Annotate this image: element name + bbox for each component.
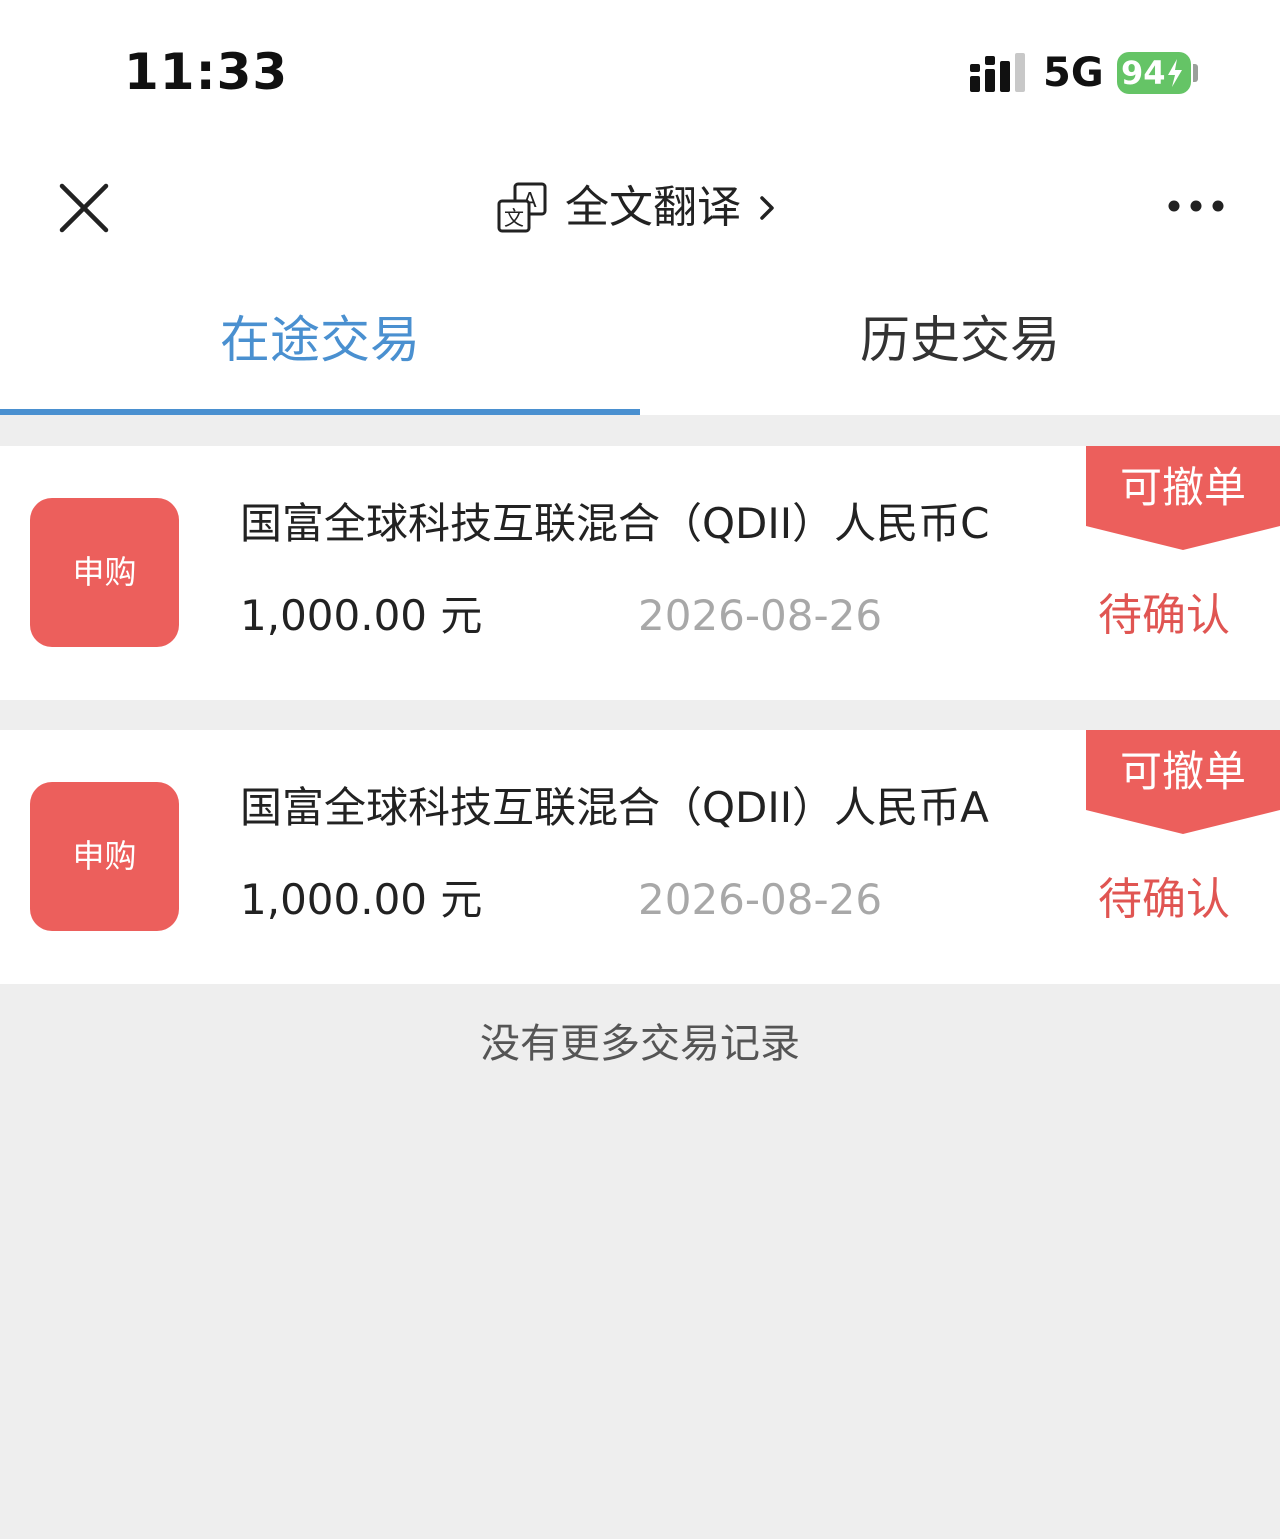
- transaction-status: 待确认: [1098, 874, 1230, 925]
- fund-name: 国富全球科技互联混合（QDII）人民币A: [240, 783, 989, 832]
- more-options-icon[interactable]: [1166, 194, 1226, 218]
- ribbon-label: 可撤单: [1119, 747, 1246, 796]
- transaction-tabs: 在途交易 历史交易: [0, 265, 1280, 415]
- transaction-date: 2026-08-26: [638, 875, 883, 924]
- charging-bolt-icon: [1168, 59, 1182, 87]
- translate-icon: A 文: [497, 182, 547, 233]
- transaction-amount: 1,000.00 元: [240, 875, 483, 924]
- tab-history[interactable]: 历史交易: [640, 265, 1280, 415]
- transaction-type-badge: 申购: [30, 498, 179, 647]
- battery-level: 94: [1121, 54, 1166, 92]
- cancelable-ribbon[interactable]: 可撤单: [1086, 446, 1280, 550]
- cellular-signal-icon: [970, 53, 1025, 92]
- fund-name: 国富全球科技互联混合（QDII）人民币C: [240, 499, 990, 548]
- svg-text:文: 文: [504, 206, 524, 230]
- transaction-status: 待确认: [1098, 590, 1230, 641]
- battery-tip: [1193, 64, 1198, 82]
- status-time: 11:33: [124, 43, 289, 101]
- transaction-type-badge: 申购: [30, 782, 179, 931]
- translate-label: 全文翻译: [565, 182, 741, 233]
- network-type: 5G: [1043, 50, 1104, 96]
- ribbon-label: 可撤单: [1119, 463, 1246, 512]
- transaction-card[interactable]: 申购 国富全球科技互联混合（QDII）人民币C 1,000.00 元 2026-…: [0, 446, 1280, 700]
- title-bar: A 文 全文翻译: [0, 150, 1280, 265]
- transaction-card[interactable]: 申购 国富全球科技互联混合（QDII）人民币A 1,000.00 元 2026-…: [0, 730, 1280, 984]
- cancelable-ribbon[interactable]: 可撤单: [1086, 730, 1280, 834]
- full-text-translate-button[interactable]: A 文 全文翻译: [495, 176, 777, 240]
- tab-in-transit[interactable]: 在途交易: [0, 265, 640, 415]
- active-tab-indicator: [0, 409, 640, 415]
- transaction-date: 2026-08-26: [638, 591, 883, 640]
- status-bar: 11:33 5G 94: [0, 0, 1280, 150]
- close-icon[interactable]: [56, 180, 112, 236]
- chevron-right-icon: [760, 196, 774, 220]
- no-more-records-label: 没有更多交易记录: [480, 1021, 800, 1067]
- transaction-amount: 1,000.00 元: [240, 591, 483, 640]
